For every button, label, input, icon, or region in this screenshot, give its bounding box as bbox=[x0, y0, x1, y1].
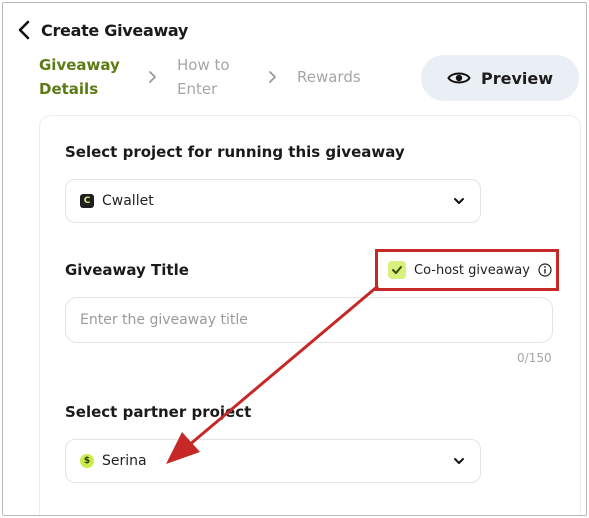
back-arrow-icon bbox=[18, 20, 30, 40]
partner-value: Serina bbox=[102, 453, 147, 469]
check-icon bbox=[392, 266, 402, 274]
app-frame: Create Giveaway Giveaway Details How to … bbox=[2, 2, 587, 516]
info-icon[interactable] bbox=[538, 263, 552, 277]
partner-label: Select partner project bbox=[65, 403, 252, 421]
step-how-to-enter[interactable]: How to Enter bbox=[177, 53, 247, 101]
chevron-down-icon bbox=[454, 458, 464, 464]
page-title: Create Giveaway bbox=[41, 20, 189, 40]
giveaway-title-label: Giveaway Title bbox=[65, 261, 189, 279]
project-value: Cwallet bbox=[102, 193, 154, 209]
chevron-down-icon bbox=[454, 198, 464, 204]
chevron-right-icon bbox=[261, 66, 283, 88]
preview-label: Preview bbox=[480, 68, 553, 88]
cwallet-logo-icon: C bbox=[80, 194, 94, 208]
step-rewards[interactable]: Rewards bbox=[297, 65, 361, 89]
step-giveaway-details[interactable]: Giveaway Details bbox=[39, 53, 127, 101]
cohost-highlight: Co-host giveaway bbox=[375, 249, 559, 291]
giveaway-title-input[interactable] bbox=[65, 297, 553, 343]
serina-logo-icon: $ bbox=[80, 454, 94, 468]
chevron-right-icon bbox=[141, 66, 163, 88]
project-label: Select project for running this giveaway bbox=[65, 143, 405, 161]
eye-icon bbox=[447, 72, 471, 84]
partner-select[interactable]: $ Serina bbox=[65, 439, 481, 483]
cohost-checkbox[interactable] bbox=[388, 261, 406, 279]
cohost-label: Co-host giveaway bbox=[414, 262, 530, 278]
back-button[interactable] bbox=[13, 19, 35, 41]
title-char-counter: 0/150 bbox=[517, 351, 552, 365]
stepper: Giveaway Details How to Enter Rewards bbox=[39, 53, 361, 101]
project-select[interactable]: C Cwallet bbox=[65, 179, 481, 223]
header: Create Giveaway bbox=[13, 17, 188, 43]
preview-button[interactable]: Preview bbox=[421, 55, 579, 101]
